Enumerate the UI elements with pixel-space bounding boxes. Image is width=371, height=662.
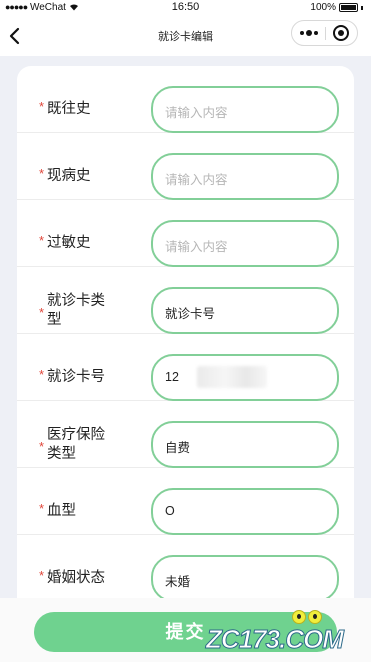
input-value: 自费 [165,441,191,455]
watermark-logo: ZC173.COM [206,610,362,655]
required-mark: * [39,501,45,516]
field-label: 婚姻状态 [47,570,105,586]
marital-status-select[interactable]: 未婚 [151,555,339,602]
form-card: * 既往史 请输入内容 * 现病史 请输入内容 * 过敏史 请输入内容 * 就诊… [17,66,354,626]
form-row-present-illness: * 现病史 请输入内容 [17,133,354,200]
blood-type-select[interactable]: O [151,488,339,535]
input-value: O [165,504,175,518]
required-mark: * [39,568,45,583]
battery-tip [361,5,363,10]
form-row-blood-type: * 血型 O [17,468,354,535]
form-row-marital-status: * 婚姻状态 未婚 [17,535,354,602]
present-illness-input[interactable]: 请输入内容 [151,153,339,200]
status-bar: ●●●●● WeChat 16:50 100% [0,0,371,16]
battery-percent: 100% [310,2,336,13]
required-mark: * [39,367,45,382]
battery-icon [339,3,358,12]
menu-capsule [291,20,358,46]
allergy-history-input[interactable]: 请输入内容 [151,220,339,267]
required-mark: * [39,166,45,181]
form-row-card-number: * 就诊卡号 12 [17,334,354,401]
required-mark: * [39,305,45,320]
back-arrow-icon[interactable] [6,26,26,46]
field-label: 过敏史 [47,235,91,251]
more-icon[interactable] [298,25,320,41]
required-mark: * [39,99,45,114]
input-value: 未婚 [165,575,191,589]
watermark-eye-right [308,610,322,624]
required-mark: * [39,439,45,454]
form-row-past-history: * 既往史 请输入内容 [17,66,354,133]
form-row-insurance-type: * 医疗保险类型 自费 [17,401,354,468]
close-miniprogram-icon[interactable] [332,24,350,42]
input-value: 12 [165,370,179,384]
required-mark: * [39,233,45,248]
input-placeholder: 请输入内容 [165,240,228,254]
input-value: 就诊卡号 [165,307,216,321]
watermark-text: ZC173.COM [206,624,345,655]
capsule-divider [325,27,326,40]
insurance-type-select[interactable]: 自费 [151,421,339,468]
field-label: 医疗保险类型 [47,427,105,462]
form-row-card-type: * 就诊卡类型 就诊卡号 [17,267,354,334]
field-label: 血型 [47,503,76,519]
card-type-select[interactable]: 就诊卡号 [151,287,339,334]
input-placeholder: 请输入内容 [165,106,228,120]
status-right: 100% [310,2,363,13]
field-label: 就诊卡类型 [47,293,105,328]
field-label: 就诊卡号 [47,369,105,385]
past-history-input[interactable]: 请输入内容 [151,86,339,133]
form-row-allergy-history: * 过敏史 请输入内容 [17,200,354,267]
redacted-blur [197,366,267,388]
field-label: 现病史 [47,168,91,184]
nav-bar: 就诊卡编辑 [0,16,371,56]
field-label: 既往史 [47,101,91,117]
watermark-eye-left [292,610,306,624]
card-number-input[interactable]: 12 [151,354,339,401]
input-placeholder: 请输入内容 [165,173,228,187]
